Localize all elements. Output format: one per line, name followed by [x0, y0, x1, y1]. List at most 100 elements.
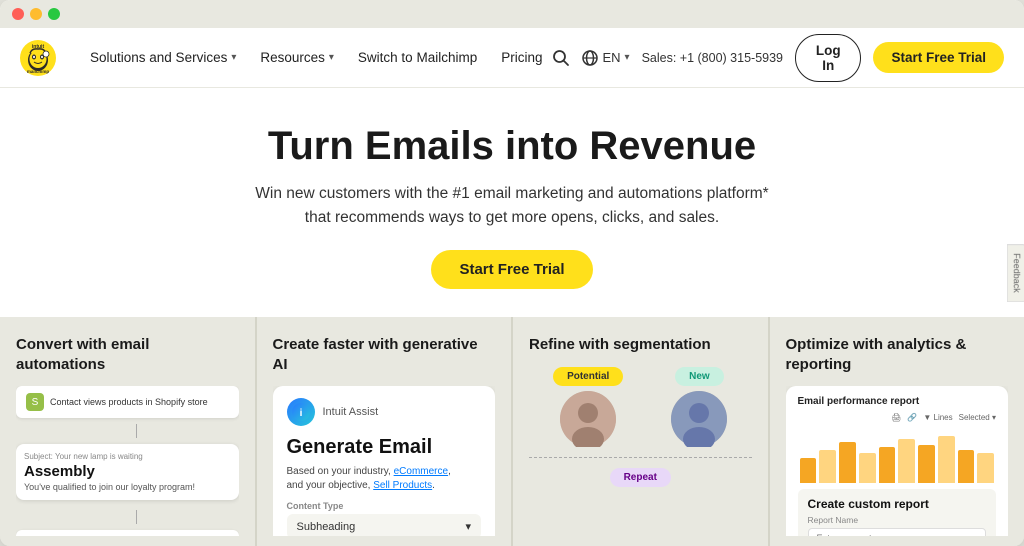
- start-trial-button-hero[interactable]: Start Free Trial: [431, 250, 592, 289]
- hero-section: Turn Emails into Revenue Win new custome…: [0, 88, 1024, 317]
- ai-card: i Intuit Assist Generate Email Based on …: [273, 386, 496, 536]
- seg-top-row: Potential New: [529, 367, 752, 447]
- generate-email-title: Generate Email: [287, 436, 482, 459]
- report-name-label: Report Name: [808, 515, 987, 525]
- seg-divider: [529, 457, 752, 458]
- chevron-down-icon: ▾: [329, 52, 334, 63]
- bar-6: [898, 439, 915, 483]
- content-type-field[interactable]: Subheading ▾: [287, 514, 482, 536]
- feature-card-automation: Convert with email automations S Contact…: [0, 317, 255, 546]
- chevron-down-icon: ▾: [625, 52, 630, 63]
- flow-item-send: ✉ Send email: [16, 530, 239, 536]
- flow-text-shopify: Contact views products in Shopify store: [50, 397, 208, 407]
- bar-8: [938, 436, 955, 483]
- filter-icon[interactable]: ▼ Lines: [923, 413, 952, 422]
- bar-9: [958, 450, 975, 483]
- chevron-down-icon: ▾: [231, 52, 236, 63]
- bar-7: [918, 445, 935, 484]
- feature-content-ai: i Intuit Assist Generate Email Based on …: [273, 386, 496, 536]
- mailchimp-logo-icon: intuit mailchimp: [20, 40, 56, 76]
- bar-4: [859, 453, 876, 483]
- content-type-label: Content Type: [287, 501, 482, 511]
- potential-badge: Potential: [553, 367, 623, 386]
- nav-item-pricing[interactable]: Pricing: [491, 44, 552, 71]
- hero-headline: Turn Emails into Revenue: [20, 124, 1004, 168]
- report-name-input[interactable]: [808, 528, 987, 536]
- feature-title-analytics: Optimize with analytics & reporting: [786, 335, 1009, 374]
- feature-title-automation: Convert with email automations: [16, 335, 239, 374]
- bar-3: [839, 442, 856, 483]
- sales-phone: Sales: +1 (800) 315-5939: [642, 51, 783, 65]
- nav-item-solutions[interactable]: Solutions and Services ▾: [80, 44, 246, 71]
- email-body: You've qualified to join our loyalty pro…: [24, 482, 231, 492]
- ai-header: i Intuit Assist: [287, 398, 482, 426]
- ai-description: Based on your industry, eCommerce,and yo…: [287, 465, 482, 493]
- link-icon[interactable]: 🔗: [907, 413, 917, 422]
- minimize-button[interactable]: [30, 8, 42, 20]
- shopify-icon: S: [26, 393, 44, 411]
- nav-item-switch[interactable]: Switch to Mailchimp: [348, 44, 487, 71]
- repeat-badge: Repeat: [610, 468, 671, 487]
- feature-content-analytics: Email performance report 🖨 🔗 ▼ Lines Sel…: [786, 386, 1009, 536]
- globe-icon: [582, 50, 598, 66]
- feature-content-segmentation: Potential New: [529, 367, 752, 536]
- bar-2: [819, 450, 836, 483]
- feature-card-segmentation: Refine with segmentation Potential: [513, 317, 768, 546]
- bar-chart: [798, 428, 997, 483]
- traffic-lights: [12, 8, 60, 20]
- feature-card-analytics: Optimize with analytics & reporting Emai…: [770, 317, 1024, 546]
- titlebar: [0, 0, 1024, 28]
- report-section-title: Create custom report: [808, 497, 987, 511]
- automation-flow: S Contact views products in Shopify stor…: [16, 386, 239, 536]
- search-icon[interactable]: [552, 49, 570, 67]
- nav-item-resources[interactable]: Resources ▾: [250, 44, 344, 71]
- features-section: Convert with email automations S Contact…: [0, 317, 1024, 546]
- feedback-tab[interactable]: Feedback: [1007, 244, 1024, 302]
- logo[interactable]: intuit mailchimp: [20, 40, 56, 76]
- flow-item-shopify: S Contact views products in Shopify stor…: [16, 386, 239, 418]
- feature-card-ai: Create faster with generative AI: [257, 317, 512, 546]
- close-button[interactable]: [12, 8, 24, 20]
- seg-avatar-2: [671, 391, 727, 447]
- intuit-assist-avatar: i: [287, 398, 315, 426]
- flow-connector-2: [34, 510, 239, 524]
- feature-title-ai: Create faster with generative AI: [273, 335, 496, 374]
- svg-text:intuit: intuit: [32, 44, 45, 50]
- time-selector[interactable]: Selected ▾: [959, 413, 996, 422]
- language-selector[interactable]: EN ▾: [582, 50, 629, 66]
- email-preview: Subject: Your new lamp is waiting Assemb…: [16, 444, 239, 500]
- svg-text:i: i: [299, 408, 302, 419]
- nav-right: EN ▾ Sales: +1 (800) 315-5939 Log In Sta…: [552, 34, 1004, 82]
- feature-title-segmentation: Refine with segmentation: [529, 335, 752, 355]
- new-badge: New: [675, 367, 724, 386]
- seg-new: New: [671, 367, 727, 447]
- email-title: Assembly: [24, 463, 231, 480]
- browser-window: intuit mailchimp Solutions and Services …: [0, 0, 1024, 546]
- report-section: Create custom report Report Name: [798, 489, 997, 536]
- seg-potential: Potential: [553, 367, 623, 447]
- ai-title-block: Generate Email: [287, 436, 482, 459]
- seg-avatar-1: [560, 391, 616, 447]
- navbar: intuit mailchimp Solutions and Services …: [0, 28, 1024, 88]
- intuit-assist-label: Intuit Assist: [323, 406, 379, 418]
- page-content: intuit mailchimp Solutions and Services …: [0, 28, 1024, 546]
- start-trial-button-nav[interactable]: Start Free Trial: [873, 42, 1004, 73]
- bar-5: [879, 447, 896, 483]
- analytics-toolbar: 🖨 🔗 ▼ Lines Selected ▾: [798, 413, 997, 422]
- bar-10: [977, 453, 994, 483]
- chevron-down-icon: ▾: [465, 520, 471, 533]
- nav-links: Solutions and Services ▾ Resources ▾ Swi…: [80, 44, 552, 71]
- report-header: Email performance report: [798, 396, 997, 407]
- feature-content-automation: S Contact views products in Shopify stor…: [16, 386, 239, 536]
- flow-connector: [34, 424, 239, 438]
- seg-repeat: Repeat: [610, 468, 671, 487]
- bar-1: [800, 458, 817, 483]
- svg-text:mailchimp: mailchimp: [27, 69, 50, 74]
- print-icon[interactable]: 🖨: [891, 413, 901, 422]
- hero-subtext: Win new customers with the #1 email mark…: [232, 182, 792, 230]
- segmentation-content: Potential New: [529, 367, 752, 487]
- analytics-card: Email performance report 🖨 🔗 ▼ Lines Sel…: [786, 386, 1009, 536]
- maximize-button[interactable]: [48, 8, 60, 20]
- email-subject: Subject: Your new lamp is waiting: [24, 452, 231, 461]
- login-button[interactable]: Log In: [795, 34, 861, 82]
